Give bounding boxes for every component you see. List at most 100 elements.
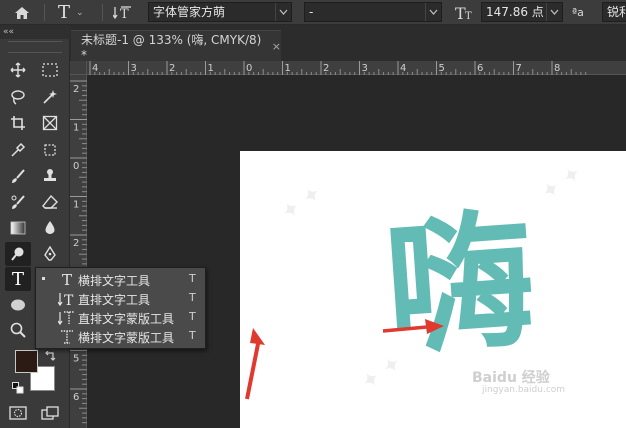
chevron-down-icon[interactable] xyxy=(425,3,441,21)
ruler-label: 3 xyxy=(362,63,368,74)
type-tool-flyout: T 横排文字工具 T T 直排文字工具 T 直排文字蒙版工具 T 横排文字蒙版工… xyxy=(35,267,206,349)
ruler-label: 5 xyxy=(73,354,79,365)
flyout-item-horizontal-type-mask[interactable]: 横排文字蒙版工具 T xyxy=(36,327,205,346)
shortcut-key: T xyxy=(189,310,196,323)
ruler-label: 6 xyxy=(477,63,483,74)
flyout-item-label: 直排文字蒙版工具 xyxy=(78,312,175,326)
svg-text:T: T xyxy=(465,11,472,21)
ruler-label: 4 xyxy=(92,63,98,74)
horizontal-type-icon: T xyxy=(61,270,72,289)
ruler-ticks: 4 3 2 1 0 1 2 3 4 5 6 7 8 xyxy=(89,61,587,75)
close-icon[interactable]: × xyxy=(272,40,281,53)
ruler-label: 2 xyxy=(169,63,175,74)
svg-text:T: T xyxy=(120,7,129,21)
font-style-select[interactable]: - xyxy=(304,2,442,22)
crop-tool-icon[interactable] xyxy=(5,111,31,135)
document-tab[interactable]: 未标题-1 @ 133% (嗨, CMYK/8) * × xyxy=(71,30,281,62)
anti-alias-select[interactable]: 锐利 xyxy=(602,2,626,22)
lasso-tool-icon[interactable] xyxy=(5,85,31,109)
document-tab-bar: 未标题-1 @ 133% (嗨, CMYK/8) * × xyxy=(70,25,626,62)
type-tool-icon[interactable]: T xyxy=(5,267,31,291)
ruler-label: 2 xyxy=(323,63,329,74)
horizontal-type-icon[interactable]: T ⌄ xyxy=(58,0,84,25)
flyout-item-vertical-type[interactable]: T 直排文字工具 T xyxy=(36,289,205,308)
quick-mask-icon[interactable] xyxy=(5,401,31,425)
font-style-value: - xyxy=(309,5,314,19)
arrow-annotation xyxy=(382,319,444,334)
clone-stamp-icon[interactable] xyxy=(37,164,63,188)
screen-mode-icon[interactable] xyxy=(37,401,63,425)
font-family-value: 字体管家方萌 xyxy=(153,5,226,19)
zoom-tool-icon[interactable] xyxy=(5,318,31,342)
ruler-label: 1 xyxy=(73,123,79,134)
gradient-tool-icon[interactable] xyxy=(5,216,31,240)
ruler-label: 2 xyxy=(73,84,79,95)
baidu-jingyan-logo: Baidu 经验 xyxy=(472,370,550,386)
flyout-item-label: 横排文字蒙版工具 xyxy=(78,331,175,345)
anti-alias-icon: ªa xyxy=(572,6,584,19)
swap-colors-icon[interactable] xyxy=(44,348,56,367)
ruler-label: 5 xyxy=(439,63,445,74)
vertical-type-mask-icon xyxy=(58,308,76,327)
ruler-vertical: 210123456 xyxy=(70,75,87,428)
arrow-annotation xyxy=(245,328,265,400)
home-icon[interactable] xyxy=(14,0,30,25)
brush-tool-icon[interactable] xyxy=(5,164,31,188)
svg-text:T: T xyxy=(64,293,74,307)
flyout-item-horizontal-type[interactable]: T 横排文字工具 T xyxy=(36,270,205,289)
document-tab-title: 未标题-1 @ 133% (嗨, CMYK/8) * xyxy=(81,32,262,62)
shortcut-key: T xyxy=(189,272,196,285)
flyout-item-label: 直排文字工具 xyxy=(78,293,151,307)
ruler-label: 1 xyxy=(285,63,291,74)
history-brush-icon[interactable] xyxy=(5,190,31,214)
horizontal-type-mask-icon xyxy=(58,327,76,346)
shortcut-key: T xyxy=(189,329,196,342)
anti-alias-value: 锐利 xyxy=(607,5,626,19)
ruler-label: 7 xyxy=(516,63,522,74)
move-tool-icon[interactable] xyxy=(5,58,31,82)
font-size-field[interactable]: 147.86 点 xyxy=(481,2,563,22)
font-size-value: 147.86 点 xyxy=(486,5,544,19)
frame-tool-icon[interactable] xyxy=(37,111,63,135)
collapse-arrows: «« xyxy=(3,27,15,37)
canvas-workspace[interactable]: ✦ ✦ ✦ ✦ ✦ ✦ 嗨 Baidu 经验 jingyan.baidu.com xyxy=(87,75,626,428)
dodge-tool-icon[interactable] xyxy=(5,242,31,266)
ruler-label: 4 xyxy=(400,63,406,74)
flyout-item-vertical-type-mask[interactable]: 直排文字蒙版工具 T xyxy=(36,308,205,327)
ruler-label: 3 xyxy=(131,63,137,74)
ruler-ticks: 210123456 xyxy=(70,80,87,424)
magic-wand-icon[interactable] xyxy=(37,85,63,109)
text-orientation-icon[interactable]: T xyxy=(113,0,133,25)
ruler-label: 0 xyxy=(246,63,252,74)
panel-collapse-toggle[interactable]: «« xyxy=(0,25,70,39)
ruler-label: 0 xyxy=(73,161,79,172)
ruler-horizontal: 4 3 2 1 0 1 2 3 4 5 6 7 8 xyxy=(70,61,626,75)
marquee-tool-icon[interactable] xyxy=(37,58,63,82)
chevron-down-icon[interactable] xyxy=(546,3,562,21)
pen-tool-icon[interactable] xyxy=(37,242,63,266)
font-size-icon: TT xyxy=(455,0,475,25)
shortcut-key: T xyxy=(189,291,196,304)
patch-tool-icon[interactable] xyxy=(37,138,63,162)
eraser-icon[interactable] xyxy=(37,190,63,214)
foreground-color-swatch[interactable] xyxy=(15,350,38,373)
ruler-label: 8 xyxy=(554,63,560,74)
baidu-jingyan-url: jingyan.baidu.com xyxy=(482,385,566,395)
ellipse-tool-icon[interactable] xyxy=(5,293,31,317)
blur-tool-icon[interactable] xyxy=(37,216,63,240)
ruler-label: 6 xyxy=(73,392,79,403)
chevron-down-icon[interactable] xyxy=(275,3,291,21)
ruler-label: 1 xyxy=(208,63,214,74)
ruler-label: 1 xyxy=(73,200,79,211)
eyedropper-icon[interactable] xyxy=(5,138,31,162)
vertical-type-icon: T xyxy=(58,289,76,308)
default-colors-icon[interactable] xyxy=(12,379,24,398)
toolbar-grip[interactable] xyxy=(8,41,62,53)
selected-bullet xyxy=(42,277,45,280)
ruler-origin[interactable] xyxy=(70,61,87,75)
flyout-item-label: 横排文字工具 xyxy=(78,274,151,288)
ruler-label: 2 xyxy=(73,238,79,249)
chevron-down-icon: ⌄ xyxy=(76,7,84,18)
options-bar: T ⌄ T 字体管家方萌 - TT 147.86 点 ªa 锐利 xyxy=(0,0,626,25)
font-family-select[interactable]: 字体管家方萌 xyxy=(148,2,292,22)
